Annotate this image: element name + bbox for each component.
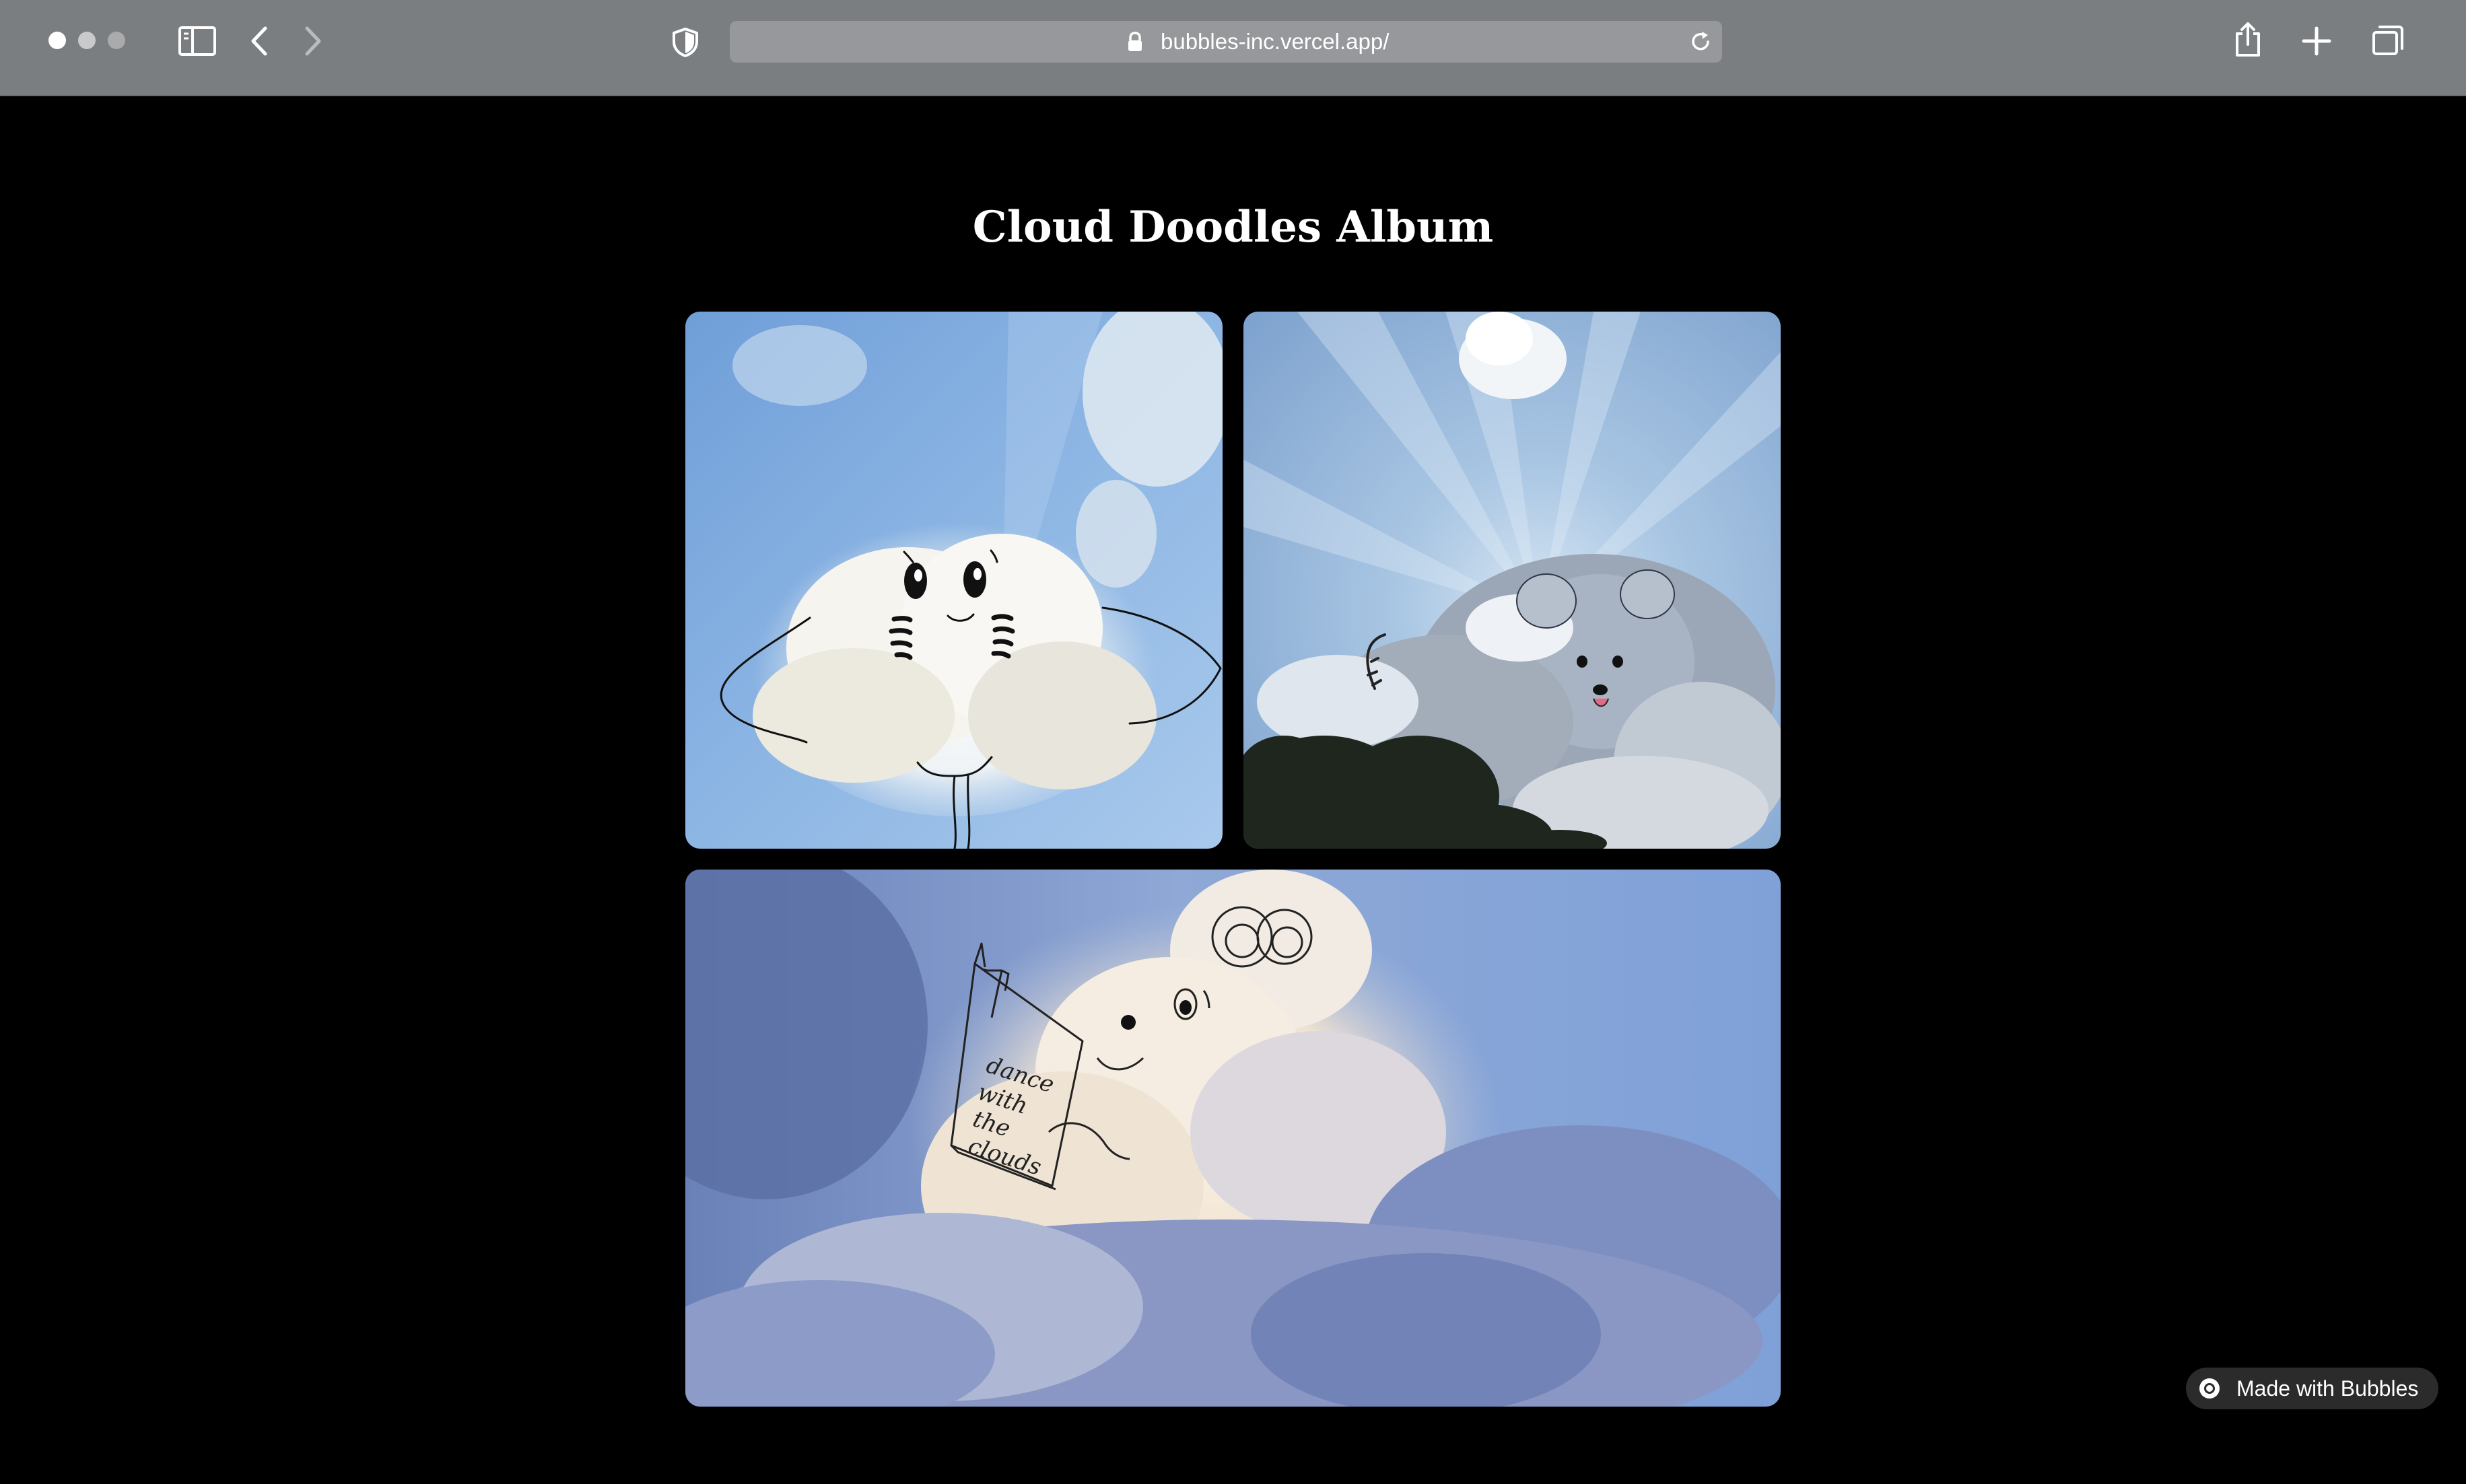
reload-icon[interactable] [1688, 30, 1713, 57]
page-content: Cloud Doodles Album dance with the cloud… [0, 96, 2466, 1484]
made-with-label: Made with Bubbles [2236, 1376, 2419, 1401]
close-window-button[interactable] [48, 32, 66, 49]
tabs-overview-icon[interactable] [2371, 24, 2405, 57]
forward-icon[interactable] [303, 26, 323, 57]
url-text: bubbles-inc.vercel.app/ [1161, 29, 1390, 54]
minimize-window-button[interactable] [78, 32, 96, 49]
bubbles-logo-icon [2199, 1378, 2220, 1399]
photo-mouse-reading-cloud[interactable]: dance with the clouds [685, 870, 1781, 1407]
shield-icon[interactable] [671, 27, 699, 58]
page-title: Cloud Doodles Album [972, 202, 1494, 252]
made-with-bubbles-badge[interactable]: Made with Bubbles [2186, 1368, 2438, 1409]
back-icon[interactable] [249, 26, 269, 57]
address-bar[interactable]: bubbles-inc.vercel.app/ [730, 21, 1722, 63]
photo-raccoon-cloud[interactable] [1243, 312, 1781, 849]
photo-stingray-cloud[interactable] [685, 312, 1223, 849]
new-tab-icon[interactable] [2301, 26, 2332, 57]
share-icon[interactable] [2234, 22, 2262, 58]
zoom-window-button[interactable] [108, 32, 125, 49]
browser-toolbar: bubbles-inc.vercel.app/ [0, 0, 2466, 96]
sidebar-icon[interactable] [178, 26, 217, 57]
lock-icon [1127, 32, 1143, 55]
